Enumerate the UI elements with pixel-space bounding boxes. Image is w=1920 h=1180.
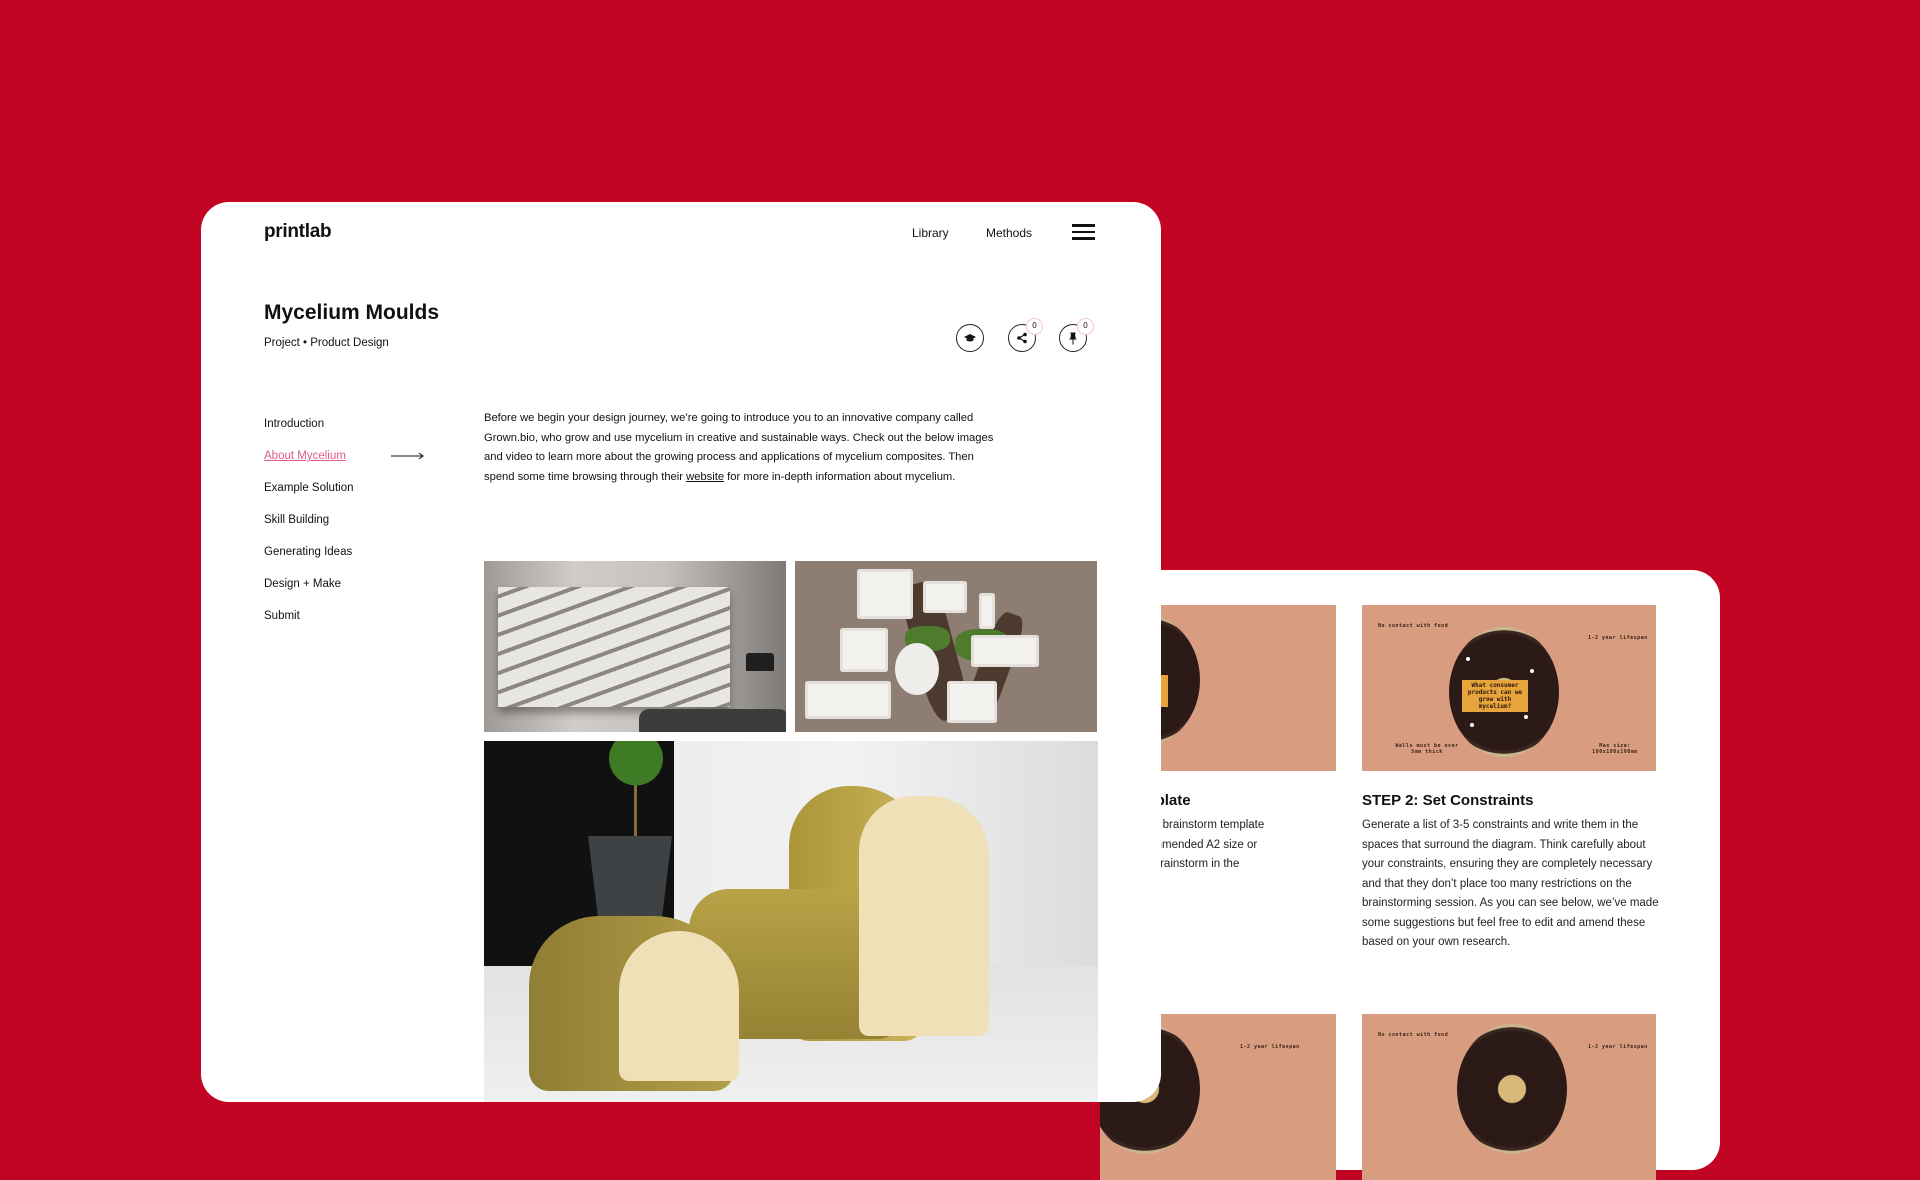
pin-button[interactable]: 0 xyxy=(1059,318,1094,352)
ottoman-side xyxy=(619,931,739,1081)
intro-paragraph: Before we begin your design journey, we’… xyxy=(484,409,994,487)
constraints-thumbnail[interactable]: What consumer products can we grow with … xyxy=(1362,605,1656,771)
page-title: Mycelium Moulds xyxy=(264,301,440,324)
section-skill-building[interactable]: Skill Building xyxy=(264,514,329,526)
step2-body: Generate a list of 3-5 constraints and w… xyxy=(1362,819,1659,948)
pin-count-badge: 0 xyxy=(1077,318,1094,335)
website-link[interactable]: website xyxy=(686,471,724,483)
section-introduction[interactable]: Introduction xyxy=(264,418,324,430)
graduation-cap-icon xyxy=(964,334,976,342)
constraint-text: 1-2 year lifespan xyxy=(1588,1044,1648,1050)
constraint-text: 1-2 year lifespan xyxy=(1588,635,1648,641)
constraint-text: 1-2 year lifespan xyxy=(1240,1044,1300,1050)
share-count-badge: 0 xyxy=(1026,318,1043,335)
packaging-piece xyxy=(947,681,997,723)
printlab-logo[interactable]: printlab xyxy=(264,221,332,243)
wall-panel xyxy=(498,587,730,707)
question-label: What consumer products can we grow with … xyxy=(1462,680,1528,712)
constraint-text: Walls must be over 5mm thick xyxy=(1395,743,1459,755)
intro-text-end: for more in-depth information about myce… xyxy=(724,470,956,483)
share-icon xyxy=(1017,332,1027,344)
plant-leaves xyxy=(596,741,676,786)
section-submit[interactable]: Submit xyxy=(264,610,300,622)
chair-image xyxy=(484,741,1098,1102)
pin-icon xyxy=(1069,332,1077,344)
section-example-solution[interactable]: Example Solution xyxy=(264,482,354,494)
plant-pot xyxy=(588,836,672,918)
wall-panels-image xyxy=(484,561,786,732)
brainstorm-card: What consumer products can we grow with … xyxy=(1100,570,1720,1180)
packaging-piece xyxy=(805,681,891,719)
packaging-piece xyxy=(971,635,1039,667)
mushroom-image xyxy=(1457,1024,1567,1154)
share-button[interactable]: 0 xyxy=(1008,318,1043,352)
packaging-piece xyxy=(857,569,913,619)
packaging-piece xyxy=(979,593,995,629)
packaging-image xyxy=(795,561,1097,732)
page-subtitle: Project • Product Design xyxy=(264,337,389,349)
chair-side xyxy=(859,796,989,1036)
constraint-dot xyxy=(1524,715,1528,719)
constraint-text: No contact with food xyxy=(1378,1032,1449,1038)
constraint-dot xyxy=(1466,657,1470,661)
section-design-make[interactable]: Design + Make xyxy=(264,578,341,590)
lamp xyxy=(746,653,774,671)
nav-methods[interactable]: Methods xyxy=(986,226,1032,240)
sofa xyxy=(639,709,786,732)
constraints-thumbnail-2[interactable]: No contact with food 1-2 year lifespan xyxy=(1362,1014,1656,1180)
packaging-piece xyxy=(840,628,888,672)
hamburger-menu-icon[interactable] xyxy=(1072,224,1095,240)
nav-library[interactable]: Library xyxy=(912,226,949,240)
step2-title: STEP 2: Set Constraints xyxy=(1362,792,1534,809)
learn-button[interactable] xyxy=(956,324,984,352)
constraint-dot xyxy=(1470,723,1474,727)
packaging-disc xyxy=(895,643,939,695)
constraint-dot xyxy=(1530,669,1534,673)
project-page-card: printlab Library Methods Mycelium Moulds… xyxy=(201,202,1161,1102)
constraint-text: Max size: 100x100x100mm xyxy=(1592,743,1638,755)
section-generating-ideas[interactable]: Generating Ideas xyxy=(264,546,352,558)
arrow-right-icon xyxy=(391,452,424,460)
packaging-piece xyxy=(923,581,967,613)
section-about-mycelium[interactable]: About Mycelium xyxy=(264,450,346,462)
constraint-text: No contact with food xyxy=(1378,623,1449,629)
